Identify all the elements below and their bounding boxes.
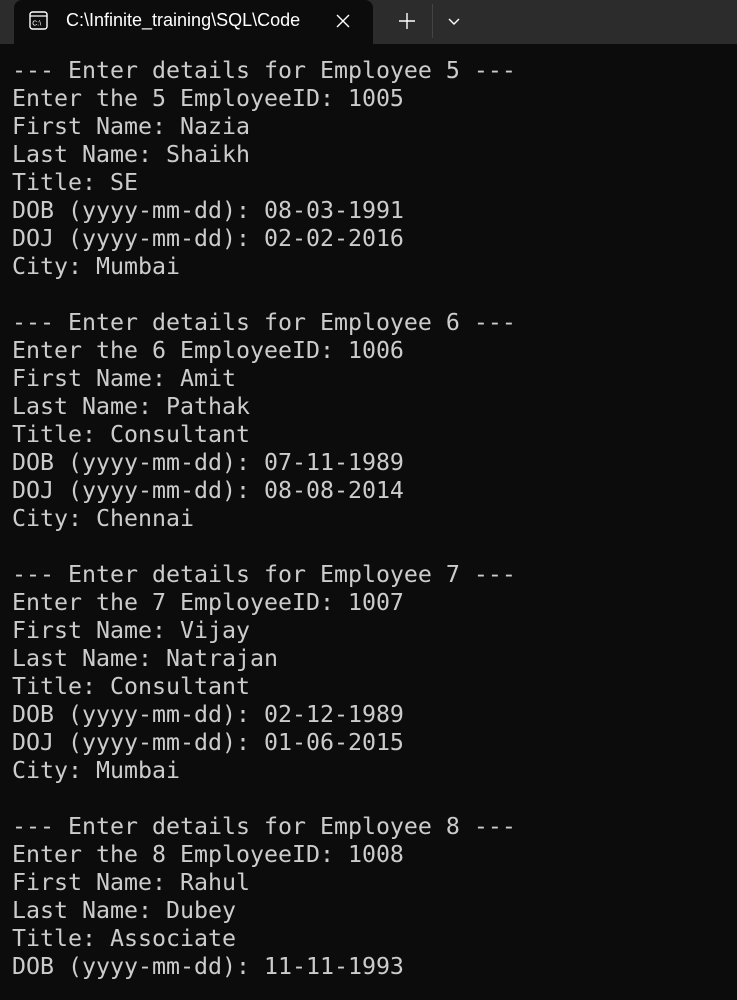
terminal-line: City: Chennai [12,505,194,532]
terminal-line: DOJ (yyyy-mm-dd): 02-02-2016 [12,225,404,252]
svg-text:C:\: C:\ [32,21,41,28]
terminal-line: --- Enter details for Employee 6 --- [12,309,516,336]
close-icon[interactable] [332,10,354,32]
terminal-line: Title: Consultant [12,421,250,448]
terminal-line: DOB (yyyy-mm-dd): 02-12-1989 [12,701,404,728]
terminal-line: Title: SE [12,169,138,196]
terminal-line: Last Name: Pathak [12,393,250,420]
terminal-line: --- Enter details for Employee 8 --- [12,813,516,840]
terminal-line: First Name: Vijay [12,617,250,644]
terminal-line: DOJ (yyyy-mm-dd): 01-06-2015 [12,729,404,756]
terminal-line: Title: Associate [12,925,236,952]
terminal-line: City: Mumbai [12,757,180,784]
terminal-line: DOB (yyyy-mm-dd): 07-11-1989 [12,449,404,476]
terminal-line: Enter the 6 EmployeeID: 1006 [12,337,404,364]
terminal-line: Enter the 7 EmployeeID: 1007 [12,589,404,616]
terminal-line: First Name: Amit [12,365,236,392]
tab-active[interactable]: C:\ C:\Infinite_training\SQL\Code [14,0,373,44]
tab-bar: C:\ C:\Infinite_training\SQL\Code [0,0,737,44]
terminal-line: Last Name: Shaikh [12,141,250,168]
new-tab-plus-icon[interactable] [396,10,418,32]
terminal-line: Last Name: Natrajan [12,645,278,672]
terminal-line: Title: Consultant [12,673,250,700]
terminal-line: Last Name: Dubey [12,897,236,924]
chevron-down-icon[interactable] [443,10,465,32]
terminal-line: --- Enter details for Employee 5 --- [12,57,516,84]
terminal-line: Enter the 5 EmployeeID: 1005 [12,85,404,112]
tab-title: C:\Infinite_training\SQL\Code [66,10,301,30]
terminal-line: --- Enter details for Employee 7 --- [12,561,516,588]
terminal-output[interactable]: --- Enter details for Employee 5 --- Ente… [12,57,737,1000]
terminal-line: City: Mumbai [12,253,180,280]
terminal-line: First Name: Rahul [12,869,250,896]
cmd-icon: C:\ [29,11,48,30]
terminal-line: DOB (yyyy-mm-dd): 08-03-1991 [12,197,404,224]
tab-separator [432,4,433,38]
terminal-line: DOJ (yyyy-mm-dd): 08-08-2014 [12,477,404,504]
terminal-line: DOB (yyyy-mm-dd): 11-11-1993 [12,953,404,980]
terminal-line: Enter the 8 EmployeeID: 1008 [12,841,404,868]
terminal-line: First Name: Nazia [12,113,250,140]
